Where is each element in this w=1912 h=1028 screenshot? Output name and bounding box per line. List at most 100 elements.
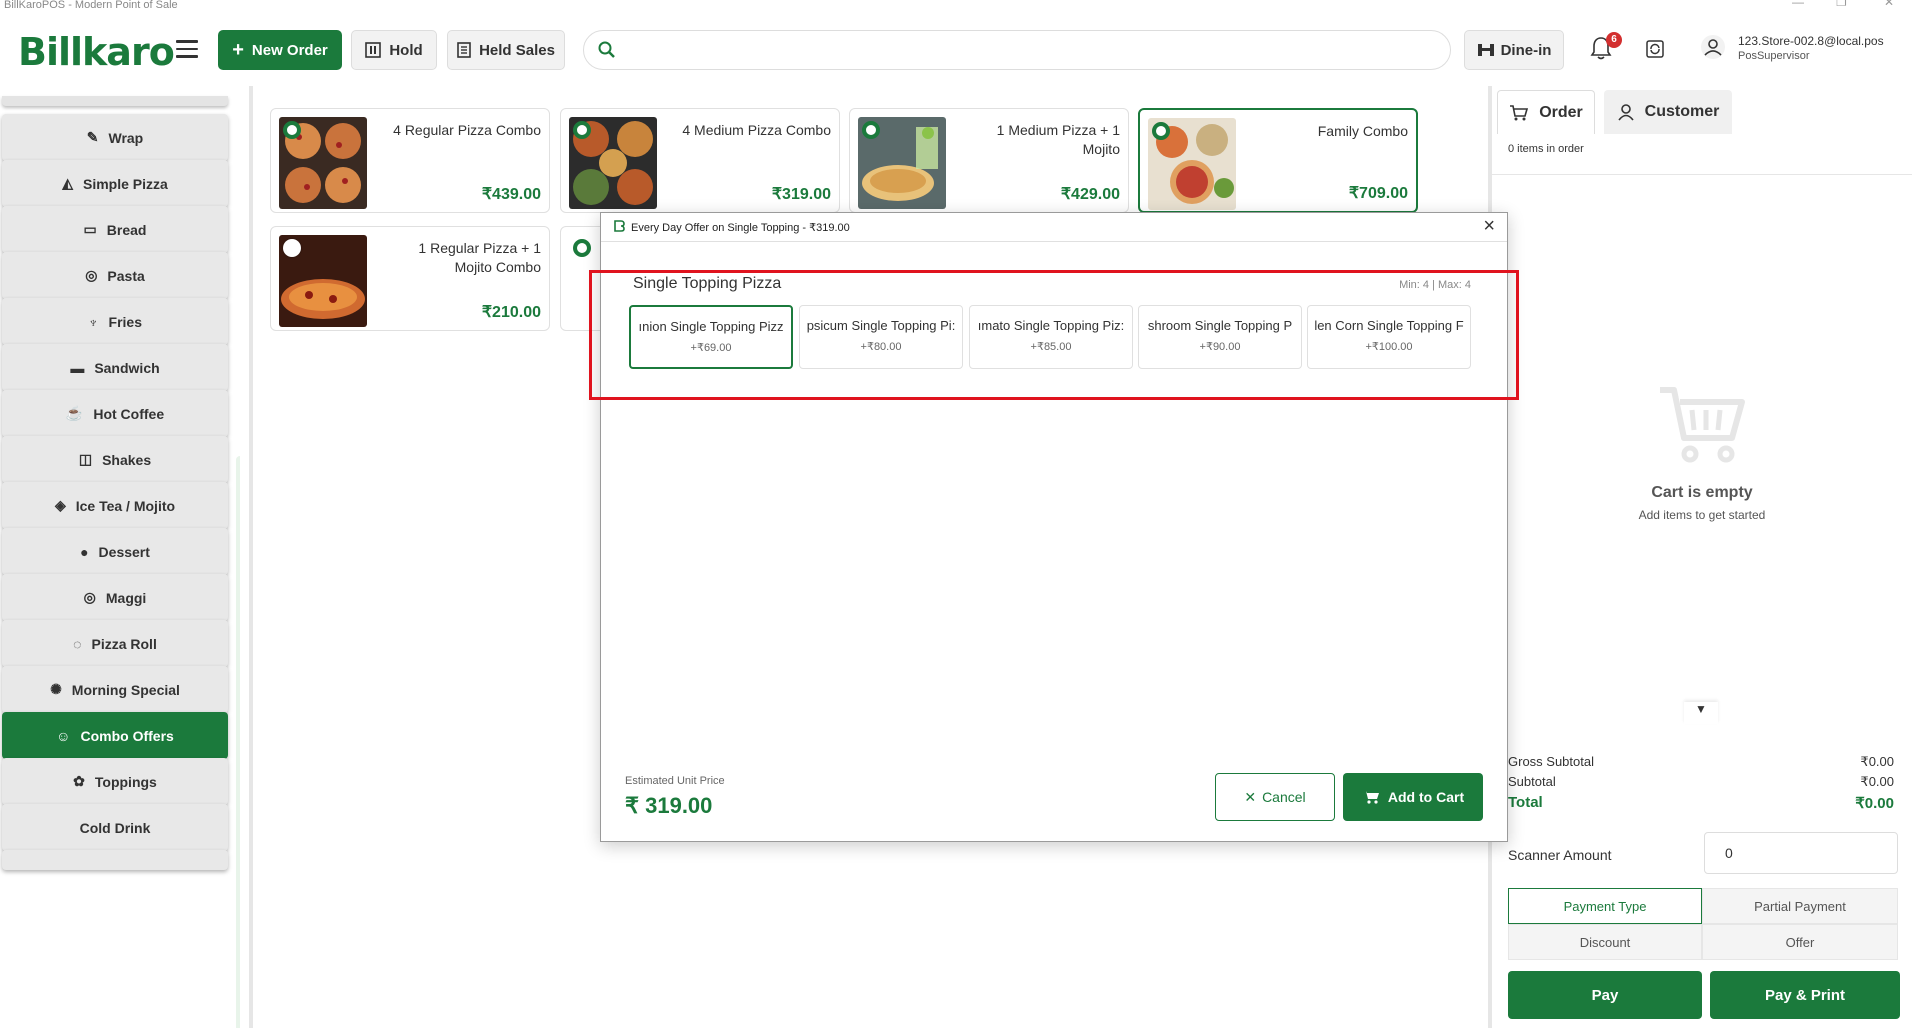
bread-icon: ▭ [83, 221, 97, 237]
category-label: Ice Tea / Mojito [75, 497, 176, 514]
new-order-label: New Order [251, 41, 328, 59]
product-card[interactable]: 4 Medium Pizza Combo ₹319.00 [560, 108, 840, 213]
held-sales-label: Held Sales [479, 41, 555, 59]
product-select-radio[interactable] [573, 239, 591, 257]
collapse-summary-toggle[interactable]: ▼ [1684, 702, 1718, 724]
gross-subtotal-label: Gross Subtotal [1508, 754, 1594, 769]
scanner-amount-label: Scanner Amount [1508, 847, 1612, 863]
product-select-radio[interactable] [573, 121, 591, 139]
product-select-radio[interactable] [1152, 122, 1170, 140]
pay-and-print-button[interactable]: Pay & Print [1710, 971, 1900, 1019]
category-item[interactable]: ◌ Pizza Roll [2, 620, 228, 667]
hold-label: Hold [389, 41, 423, 59]
partial-payment-button[interactable]: Partial Payment [1702, 888, 1898, 924]
cart-icon [1362, 791, 1379, 804]
category-item[interactable]: ♆ Fries [2, 298, 228, 345]
category-item-partial[interactable] [2, 850, 228, 870]
cart-empty-title: Cart is empty [1651, 484, 1753, 501]
category-item[interactable]: ✿ Toppings [2, 758, 228, 805]
category-label: Hot Coffee [93, 405, 165, 422]
category-item[interactable]: ◈ Ice Tea / Mojito [2, 482, 228, 529]
category-label: Toppings [94, 773, 157, 790]
order-panel: Order Customer 0 items in order Cart is … [1492, 86, 1912, 1028]
cart-empty-subtitle: Add items to get started [1638, 508, 1766, 522]
product-name: 4 Medium Pizza Combo [682, 122, 831, 138]
category-item[interactable]: Cold Drink [2, 804, 228, 851]
close-icon: ✕ [1244, 788, 1257, 805]
product-card[interactable]: 1 Medium Pizza + 1 Mojito ₹429.00 [849, 108, 1129, 213]
product-name: 1 Medium Pizza + 1 Mojito [996, 122, 1120, 157]
search-input[interactable] [624, 31, 1444, 67]
category-label: Morning Special [71, 681, 180, 698]
window-titlebar: BillKaroPOS - Modern Point of Sale — ❐ ✕ [0, 0, 1912, 12]
brand-logo: Billkaro [18, 30, 175, 74]
discount-button[interactable]: Discount [1508, 924, 1702, 960]
category-label: Combo Offers [80, 727, 174, 744]
plus-icon: + [232, 39, 244, 61]
category-item[interactable]: ✺ Morning Special [2, 666, 228, 713]
fries-icon: ♆ [88, 313, 99, 330]
category-item[interactable]: ☺ Combo Offers [2, 712, 228, 759]
divider [249, 86, 253, 1028]
dine-in-icon [1477, 44, 1494, 56]
hold-icon [365, 42, 382, 58]
category-item[interactable]: ☕ Hot Coffee [2, 390, 228, 437]
category-sidebar: ✎ Wrap ◭ Simple Pizza ▭ Bread ◎ Pasta ♆ Fries ▬ San… [0, 86, 240, 1028]
offer-button[interactable]: Offer [1702, 924, 1898, 960]
tab-customer[interactable]: Customer [1604, 90, 1732, 134]
user-profile[interactable]: 123.Store-002.8@local.pos PosSupervisor [1700, 34, 1884, 65]
category-item[interactable]: ✎ Wrap [2, 114, 228, 161]
maximize-icon[interactable]: ❐ [1836, 0, 1847, 8]
category-item-partial[interactable] [2, 96, 228, 106]
product-card[interactable]: 4 Regular Pizza Combo ₹439.00 [270, 108, 550, 213]
drink-icon: ◈ [54, 497, 66, 513]
category-item[interactable]: ◎ Pasta [2, 252, 228, 299]
close-window-icon[interactable]: ✕ [1884, 0, 1894, 8]
toppings-icon: ✿ [73, 773, 85, 789]
dine-in-button[interactable]: Dine-in [1464, 30, 1564, 70]
search-icon [598, 41, 615, 58]
divider [1492, 174, 1912, 175]
add-to-cart-label: Add to Cart [1387, 789, 1465, 805]
minimize-icon[interactable]: — [1792, 0, 1804, 8]
category-label: Bread [106, 221, 147, 238]
new-order-button[interactable]: + New Order [218, 30, 342, 70]
pay-button[interactable]: Pay [1508, 971, 1702, 1019]
subtotal-value: ₹0.00 [1860, 774, 1894, 789]
product-select-radio[interactable] [283, 239, 301, 257]
category-item[interactable]: ◫ Shakes [2, 436, 228, 483]
sync-icon[interactable] [1646, 40, 1664, 58]
highlight-box [589, 270, 1519, 400]
user-role: PosSupervisor [1738, 50, 1810, 62]
category-item[interactable]: ◭ Simple Pizza [2, 160, 228, 207]
category-label: Pizza Roll [91, 635, 157, 652]
category-item[interactable]: ● Dessert [2, 528, 228, 575]
wrap-icon: ✎ [86, 129, 99, 145]
add-to-cart-button[interactable]: Add to Cart [1343, 773, 1483, 821]
category-item[interactable]: ▬ Sandwich [2, 344, 228, 391]
tab-order[interactable]: Order [1497, 90, 1595, 134]
category-item[interactable]: ◎ Maggi [2, 574, 228, 621]
hold-button[interactable]: Hold [351, 30, 437, 70]
cancel-button[interactable]: ✕ Cancel [1215, 773, 1335, 821]
category-label: Cold Drink [79, 819, 151, 836]
pizza-roll-icon: ◌ [73, 635, 82, 652]
payment-type-button[interactable]: Payment Type [1508, 888, 1702, 924]
estimated-price-value: ₹ 319.00 [625, 793, 713, 818]
product-select-radio[interactable] [283, 121, 301, 139]
product-card[interactable]: 1 Regular Pizza + 1 Mojito Combo ₹210.00 [270, 226, 550, 331]
receipt-icon [457, 42, 471, 58]
total-row: Total ₹0.00 [1508, 794, 1894, 812]
product-card-selected[interactable]: Family Combo ₹709.00 [1138, 108, 1418, 213]
category-item[interactable]: ▭ Bread [2, 206, 228, 253]
product-select-radio[interactable] [862, 121, 880, 139]
product-name: 4 Regular Pizza Combo [393, 122, 541, 138]
menu-icon[interactable] [176, 40, 198, 58]
category-label: Dessert [98, 543, 150, 560]
items-in-order-count: 0 items in order [1508, 143, 1584, 155]
cancel-label: Cancel [1262, 789, 1306, 805]
sidebar-scrollbar[interactable] [236, 456, 240, 1028]
held-sales-button[interactable]: Held Sales [447, 30, 565, 70]
close-icon[interactable]: × [1483, 215, 1495, 238]
scanner-amount-input[interactable]: 0 [1704, 832, 1898, 874]
